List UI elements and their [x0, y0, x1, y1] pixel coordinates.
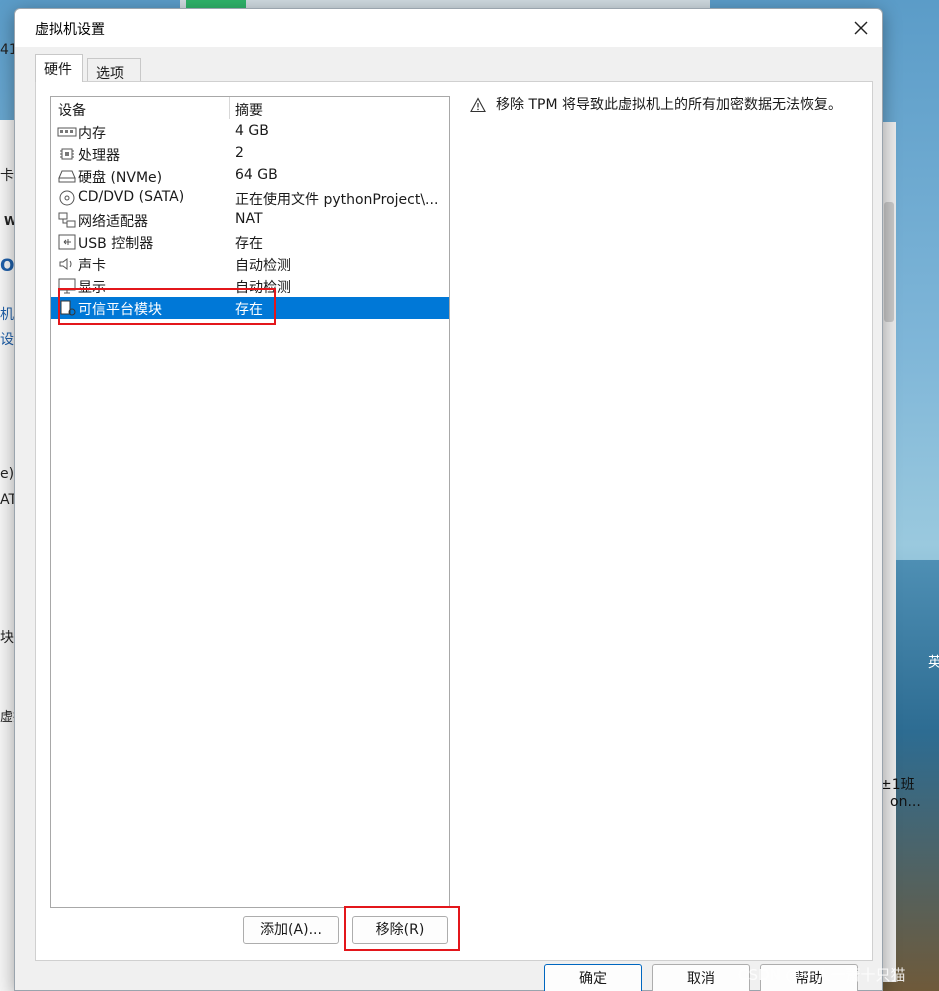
cpu-icon — [57, 146, 77, 162]
bg-right-text-3: on... — [890, 794, 921, 810]
device-summary: 64 GB — [235, 167, 278, 183]
close-icon — [854, 21, 868, 35]
device-name: 声卡 — [78, 258, 106, 274]
display-icon — [57, 278, 77, 294]
vm-settings-dialog: 虚拟机设置 硬件 选项 设备 摘要 内存 4 GB 处理器 2 硬盘 (NVMe… — [14, 8, 883, 991]
device-row-usb[interactable]: USB 控制器 存在 — [51, 231, 449, 253]
speaker-icon — [57, 256, 77, 272]
device-name: 网络适配器 — [78, 214, 148, 230]
device-row-display[interactable]: 显示 自动检测 — [51, 275, 449, 297]
column-separator[interactable] — [229, 97, 230, 119]
device-row-cddvd[interactable]: CD/DVD (SATA) 正在使用文件 pythonProject\... — [51, 187, 449, 209]
column-header-device[interactable]: 设备 — [58, 100, 86, 120]
device-summary: 自动检测 — [235, 258, 291, 274]
network-icon — [57, 212, 77, 228]
warning-icon — [470, 97, 486, 113]
csdn-watermark: CSDN @一人一萧十只猫 — [738, 966, 906, 984]
device-summary: 正在使用文件 pythonProject\... — [235, 192, 439, 208]
device-rows: 内存 4 GB 处理器 2 硬盘 (NVMe) 64 GB CD/DVD (SA… — [51, 121, 449, 319]
device-name: USB 控制器 — [78, 236, 154, 252]
device-name: 内存 — [78, 126, 106, 142]
device-row-processor[interactable]: 处理器 2 — [51, 143, 449, 165]
device-row-network[interactable]: 网络适配器 NAT — [51, 209, 449, 231]
close-button[interactable] — [848, 15, 874, 41]
device-name: 可信平台模块 — [78, 302, 162, 318]
column-header-summary[interactable]: 摘要 — [235, 100, 263, 120]
tab-hardware[interactable]: 硬件 — [35, 54, 83, 82]
cd-icon — [57, 190, 77, 206]
bg-right-text-2: ±1班 — [880, 777, 915, 793]
bg-text-5: 机 — [0, 307, 14, 323]
memory-icon — [57, 124, 77, 140]
harddisk-icon — [57, 168, 77, 184]
tpm-icon — [57, 300, 77, 316]
cancel-button[interactable]: 取消 — [652, 964, 750, 991]
bg-text-9: 块 — [0, 630, 14, 646]
device-summary: NAT — [235, 211, 263, 227]
device-summary: 自动检测 — [235, 280, 291, 296]
device-name: 硬盘 (NVMe) — [78, 170, 163, 186]
device-row-sound[interactable]: 声卡 自动检测 — [51, 253, 449, 275]
dialog-titlebar[interactable]: 虚拟机设置 — [15, 9, 882, 47]
device-row-harddisk[interactable]: 硬盘 (NVMe) 64 GB — [51, 165, 449, 187]
device-row-tpm[interactable]: 可信平台模块 存在 — [51, 297, 449, 319]
ok-button[interactable]: 确定 — [544, 964, 642, 991]
bg-right-text-1: 英 — [928, 655, 939, 671]
usb-icon — [57, 234, 77, 250]
device-list-header: 设备 摘要 — [51, 97, 449, 119]
device-name: 处理器 — [78, 148, 120, 164]
tab-options[interactable]: 选项 — [87, 58, 141, 82]
device-name: 显示 — [78, 280, 106, 296]
dialog-title: 虚拟机设置 — [35, 22, 105, 38]
add-device-button[interactable]: 添加(A)... — [243, 916, 339, 944]
tpm-warning-message: 移除 TPM 将导致此虚拟机上的所有加密数据无法恢复。 — [496, 97, 842, 113]
device-row-memory[interactable]: 内存 4 GB — [51, 121, 449, 143]
device-summary: 存在 — [235, 236, 263, 252]
device-name: CD/DVD (SATA) — [78, 189, 185, 205]
device-list[interactable]: 设备 摘要 内存 4 GB 处理器 2 硬盘 (NVMe) 64 GB CD/D… — [50, 96, 450, 908]
device-summary: 2 — [235, 145, 244, 161]
hardware-panel: 设备 摘要 内存 4 GB 处理器 2 硬盘 (NVMe) 64 GB CD/D… — [35, 81, 873, 961]
remove-device-button[interactable]: 移除(R) — [352, 916, 448, 944]
bg-text-7: e) — [0, 466, 15, 482]
device-summary: 存在 — [235, 302, 263, 318]
device-summary: 4 GB — [235, 123, 269, 139]
